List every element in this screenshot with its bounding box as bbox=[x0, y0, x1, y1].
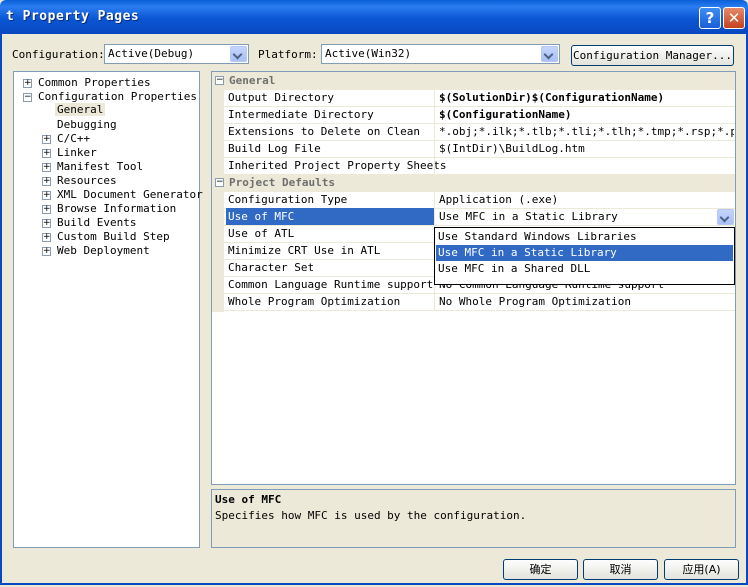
property-name: Common Language Runtime support bbox=[228, 278, 434, 291]
expand-icon[interactable]: + bbox=[42, 233, 51, 242]
category-title: General bbox=[229, 74, 276, 87]
property-name: Use of MFC bbox=[226, 208, 435, 225]
description-pane: Use of MFC Specifies how MFC is used by … bbox=[211, 489, 736, 548]
category-title: Project Defaults bbox=[229, 176, 335, 189]
dropdown-option-selected[interactable]: Use MFC in a Static Library bbox=[436, 245, 733, 261]
platform-value: Active(Win32) bbox=[325, 47, 412, 60]
expand-icon[interactable]: + bbox=[23, 79, 32, 88]
description-title: Use of MFC bbox=[215, 493, 282, 506]
collapse-icon[interactable]: − bbox=[215, 178, 224, 187]
property-row[interactable]: Whole Program Optimization No Whole Progr… bbox=[212, 293, 735, 311]
tree-item-custom-build-step[interactable]: Custom Build Step bbox=[57, 230, 170, 243]
expand-icon[interactable]: + bbox=[42, 149, 51, 158]
property-row-selected[interactable]: Use of MFC Use MFC in a Static Library bbox=[212, 208, 735, 226]
property-name: Intermediate Directory bbox=[228, 108, 374, 121]
description-text: Specifies how MFC is used by the configu… bbox=[215, 509, 527, 522]
chevron-down-icon[interactable] bbox=[230, 46, 247, 62]
dropdown-option[interactable]: Use Standard Windows Libraries bbox=[436, 229, 733, 245]
window-title: t Property Pages bbox=[6, 9, 140, 24]
expand-icon[interactable]: + bbox=[42, 205, 51, 214]
property-value: *.obj;*.ilk;*.tlb;*.tli;*.tlh;*.tmp;*.rs… bbox=[439, 125, 734, 138]
property-name: Output Directory bbox=[228, 91, 334, 104]
property-value: Application (.exe) bbox=[439, 193, 559, 206]
property-row[interactable]: Output Directory $(SolutionDir)$(Configur… bbox=[212, 89, 735, 107]
tree-item-web-deployment[interactable]: Web Deployment bbox=[57, 244, 150, 257]
platform-select[interactable]: Active(Win32) bbox=[321, 44, 560, 64]
configuration-value: Active(Debug) bbox=[108, 47, 195, 60]
collapse-icon[interactable]: − bbox=[23, 93, 32, 102]
help-icon[interactable]: ? bbox=[699, 7, 721, 29]
cancel-button[interactable]: 取消 bbox=[583, 559, 658, 580]
tree-item-general[interactable]: General bbox=[55, 103, 106, 116]
property-name: Use of ATL bbox=[228, 227, 295, 240]
tree-item-linker[interactable]: Linker bbox=[57, 146, 97, 159]
expand-icon[interactable]: + bbox=[42, 219, 51, 228]
tree-item-browse-information[interactable]: Browse Information bbox=[57, 202, 176, 215]
configuration-select[interactable]: Active(Debug) bbox=[104, 44, 249, 64]
tree-item-build-events[interactable]: Build Events bbox=[57, 216, 136, 229]
category-project-defaults[interactable]: − Project Defaults bbox=[212, 174, 735, 192]
property-name: Minimize CRT Use in ATL bbox=[228, 244, 381, 257]
tree-item-cpp[interactable]: C/C++ bbox=[57, 132, 90, 145]
expand-icon[interactable]: + bbox=[42, 247, 51, 256]
property-value: $(SolutionDir)$(ConfigurationName) bbox=[439, 91, 665, 104]
tree-item-resources[interactable]: Resources bbox=[57, 174, 117, 187]
tree-item-debugging[interactable]: Debugging bbox=[57, 118, 117, 131]
configuration-manager-button[interactable]: Configuration Manager... bbox=[571, 45, 734, 66]
expand-icon[interactable]: + bbox=[42, 191, 51, 200]
tree-item-common-properties[interactable]: Common Properties bbox=[38, 76, 151, 89]
ok-button[interactable]: 确定 bbox=[503, 559, 578, 580]
configuration-label: Configuration: bbox=[12, 48, 105, 61]
property-value: $(IntDir)\BuildLog.htm bbox=[439, 142, 585, 155]
expand-icon[interactable]: + bbox=[42, 177, 51, 186]
expand-icon[interactable]: + bbox=[42, 163, 51, 172]
platform-label: Platform: bbox=[258, 48, 318, 61]
close-icon[interactable]: ✕ bbox=[723, 7, 745, 29]
apply-button[interactable]: 应用(A) bbox=[664, 559, 739, 580]
property-name: Whole Program Optimization bbox=[228, 295, 401, 308]
property-value: Use MFC in a Static Library bbox=[439, 210, 618, 223]
property-row[interactable]: Configuration Type Application (.exe) bbox=[212, 191, 735, 209]
chevron-down-icon[interactable] bbox=[541, 46, 558, 62]
property-name: Inherited Project Property Sheets bbox=[228, 159, 447, 172]
property-name: Extensions to Delete on Clean bbox=[228, 125, 421, 138]
tree-item-configuration-properties[interactable]: Configuration Properties bbox=[38, 90, 197, 103]
tree-item-manifest-tool[interactable]: Manifest Tool bbox=[57, 160, 143, 173]
category-general[interactable]: − General bbox=[212, 72, 735, 90]
property-name: Character Set bbox=[228, 261, 315, 274]
property-row[interactable]: Inherited Project Property Sheets bbox=[212, 157, 735, 175]
property-value: $(ConfigurationName) bbox=[439, 108, 572, 121]
property-tree[interactable]: + Common Properties − Configuration Prop… bbox=[13, 71, 203, 548]
expand-icon[interactable]: + bbox=[42, 135, 51, 144]
collapse-icon[interactable]: − bbox=[215, 76, 224, 85]
property-name: Build Log File bbox=[228, 142, 321, 155]
chevron-down-icon[interactable] bbox=[717, 209, 734, 225]
property-row[interactable]: Extensions to Delete on Clean *.obj;*.ilk… bbox=[212, 123, 735, 141]
property-value: No Whole Program Optimization bbox=[439, 295, 632, 308]
property-row[interactable]: Build Log File $(IntDir)\BuildLog.htm bbox=[212, 140, 735, 158]
mfc-dropdown-list[interactable]: Use Standard Windows Libraries Use MFC i… bbox=[434, 227, 735, 285]
dropdown-option[interactable]: Use MFC in a Shared DLL bbox=[436, 261, 733, 277]
property-row[interactable]: Intermediate Directory $(ConfigurationNam… bbox=[212, 106, 735, 124]
property-name: Configuration Type bbox=[228, 193, 348, 206]
tree-item-xml-document-generator[interactable]: XML Document Generator bbox=[57, 188, 203, 201]
